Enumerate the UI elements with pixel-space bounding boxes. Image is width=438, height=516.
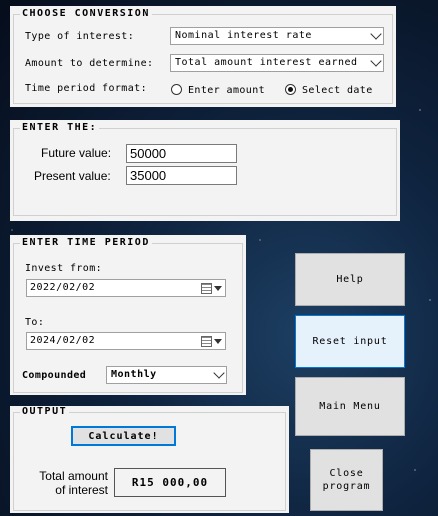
help-button[interactable]: Help [295,253,405,306]
output-panel: OUTPUT Calculate! Total amount of intere… [10,406,289,513]
amount-to-determine-label: Amount to determine: [25,58,154,69]
dropdown-arrow-icon [214,286,222,291]
enter-amount-label[interactable]: Enter amount [188,85,265,97]
future-value-input[interactable]: 50000 [126,144,237,163]
type-of-interest-select[interactable]: Nominal interest rate [170,27,384,45]
conversion-title: CHOOSE CONVERSION [20,8,152,20]
type-of-interest-value: Nominal interest rate [175,30,312,41]
compounded-value: Monthly [111,369,157,380]
time-period-title: ENTER TIME PERIOD [20,237,152,249]
chevron-down-icon [370,28,382,40]
time-period-panel: ENTER TIME PERIOD Invest from: 2022/02/0… [10,235,246,395]
amount-to-determine-value: Total amount interest earned [175,57,358,68]
to-label: To: [25,317,45,328]
select-date-label[interactable]: Select date [302,85,373,97]
total-amount-label: Total amount of interest [24,469,108,497]
type-of-interest-label: Type of interest: [25,31,135,42]
output-title: OUTPUT [20,406,70,418]
main-menu-button[interactable]: Main Menu [295,377,405,436]
chevron-down-icon [213,367,225,379]
calculate-button[interactable]: Calculate! [71,426,176,446]
present-value-label: Present value: [34,169,111,183]
calculate-label: Calculate! [88,430,159,442]
calendar-icon [201,336,212,347]
close-program-label-line2: program [322,481,371,492]
to-value: 2024/02/02 [30,335,96,346]
enter-values-panel: ENTER THE: Future value: 50000 Present v… [10,120,400,221]
enter-amount-radio[interactable] [171,84,182,95]
invest-from-label: Invest from: [25,263,103,274]
main-menu-label: Main Menu [319,401,381,412]
calendar-icon [201,283,212,294]
enter-values-title: ENTER THE: [20,122,100,134]
close-program-label-line1: Close [329,468,364,479]
help-label: Help [336,274,364,285]
dropdown-arrow-icon [214,339,222,344]
compounded-label: Compounded [22,370,87,381]
to-date-picker[interactable]: 2024/02/02 [26,332,226,350]
reset-input-button[interactable]: Reset input [295,315,405,368]
present-value-input[interactable]: 35000 [126,166,237,185]
invest-from-date-picker[interactable]: 2022/02/02 [26,279,226,297]
total-amount-label-line1: Total amount [39,469,108,483]
chevron-down-icon [370,55,382,67]
compounded-select[interactable]: Monthly [106,366,227,384]
reset-input-label: Reset input [312,336,388,347]
invest-from-value: 2022/02/02 [30,282,96,293]
time-period-format-label: Time period format: [25,83,147,94]
future-value-label: Future value: [41,146,112,160]
total-amount-value: R15 000,00 [114,468,226,497]
select-date-radio[interactable] [285,84,296,95]
total-amount-label-line2: of interest [55,483,108,497]
conversion-panel: CHOOSE CONVERSION Type of interest: Nomi… [10,6,396,107]
amount-to-determine-select[interactable]: Total amount interest earned [170,54,384,72]
close-program-button[interactable]: Close program [310,449,383,511]
